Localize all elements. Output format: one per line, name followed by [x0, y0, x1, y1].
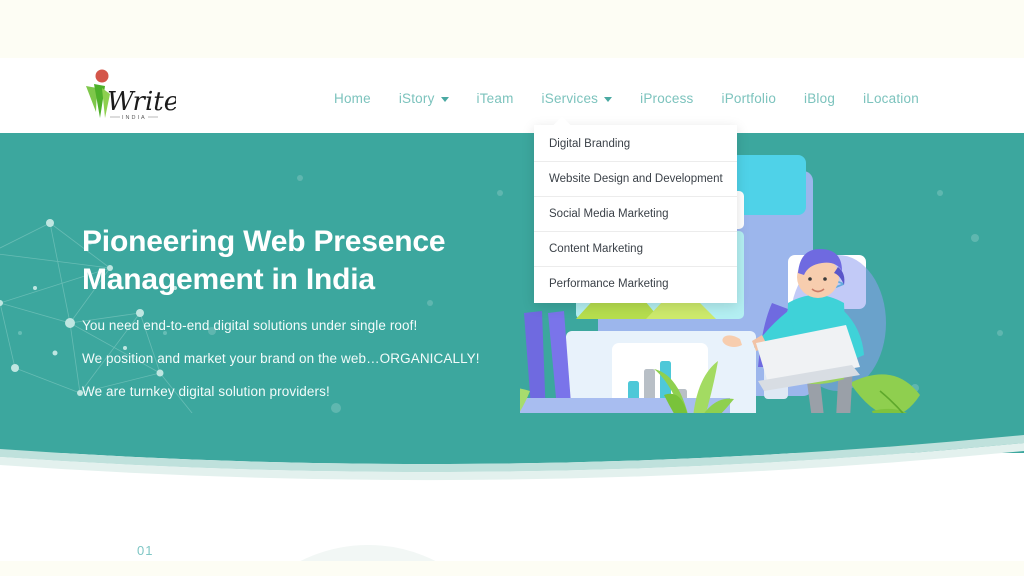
section-number: 01: [137, 543, 154, 558]
decorative-arc: [218, 545, 518, 561]
svg-text:Write: Write: [107, 87, 176, 117]
dropdown-item-content-marketing[interactable]: Content Marketing: [534, 232, 737, 267]
nav-item-iservices[interactable]: iServices: [528, 87, 627, 110]
hero-subline-3: We are turnkey digital solution provider…: [82, 383, 330, 399]
chevron-down-icon: [440, 96, 449, 102]
nav-item-iblog[interactable]: iBlog: [790, 87, 849, 110]
logo-icon: Write INDIA: [86, 69, 179, 121]
next-section-preview: 01 AƎ: [0, 483, 1024, 561]
page-bottom-band: [0, 561, 1024, 576]
dropdown-item-website-design-and-development[interactable]: Website Design and Development: [534, 162, 737, 197]
nav-label: iPortfolio: [721, 90, 777, 106]
nav-item-ilocation[interactable]: iLocation: [849, 87, 933, 110]
dropdown-item-digital-branding[interactable]: Digital Branding: [534, 127, 737, 162]
nav-label: iStory: [398, 90, 435, 106]
main-navigation: Home iStory iTeam iServices iProcess iPo…: [320, 85, 960, 111]
iservices-dropdown-menu: Digital Branding Website Design and Deve…: [534, 125, 737, 303]
nav-label: Home: [334, 90, 371, 106]
hero-banner: </>: [0, 133, 1024, 453]
nav-item-iportfolio[interactable]: iPortfolio: [708, 87, 791, 110]
nav-item-istory[interactable]: iStory: [385, 87, 463, 110]
schedule-consultation-button[interactable]: SCHEDULE A CONSULTATION: [82, 424, 295, 453]
nav-item-home[interactable]: Home: [320, 87, 385, 110]
nav-label: iServices: [541, 90, 599, 106]
nav-item-iprocess[interactable]: iProcess: [626, 87, 707, 110]
ask-for-quote-button[interactable]: ASK FOR A QUOTE: [313, 424, 468, 453]
nav-label: iLocation: [863, 90, 919, 106]
svg-text:INDIA: INDIA: [122, 115, 147, 121]
hero-headline-line1: Pioneering Web Presence: [82, 225, 446, 258]
nav-label: iProcess: [640, 90, 694, 106]
hero-headline: Pioneering Web Presence Management in In…: [82, 223, 522, 300]
hero-cta-row: SCHEDULE A CONSULTATION ASK FOR A QUOTE: [82, 424, 522, 453]
hero-headline-line2: Management in India: [82, 263, 375, 297]
site-logo[interactable]: Write INDIA: [80, 68, 179, 126]
site-canvas: Write INDIA Home iStory iTeam iServices …: [0, 58, 1024, 561]
chevron-down-icon: [604, 96, 613, 102]
dropdown-item-social-media-marketing[interactable]: Social Media Marketing: [534, 197, 737, 232]
site-header: Write INDIA Home iStory iTeam iServices …: [0, 58, 1024, 133]
hero-subline-2: We position and market your brand on the…: [82, 350, 480, 366]
hero-content: Pioneering Web Presence Management in In…: [82, 223, 522, 453]
nav-item-iteam[interactable]: iTeam: [463, 87, 528, 110]
dropdown-item-performance-marketing[interactable]: Performance Marketing: [534, 267, 737, 301]
nav-label: iTeam: [476, 90, 514, 106]
hero-subline-1: You need end-to-end digital solutions un…: [82, 317, 418, 333]
browser-page: Write INDIA Home iStory iTeam iServices …: [0, 0, 1024, 576]
nav-label: iBlog: [804, 90, 836, 106]
